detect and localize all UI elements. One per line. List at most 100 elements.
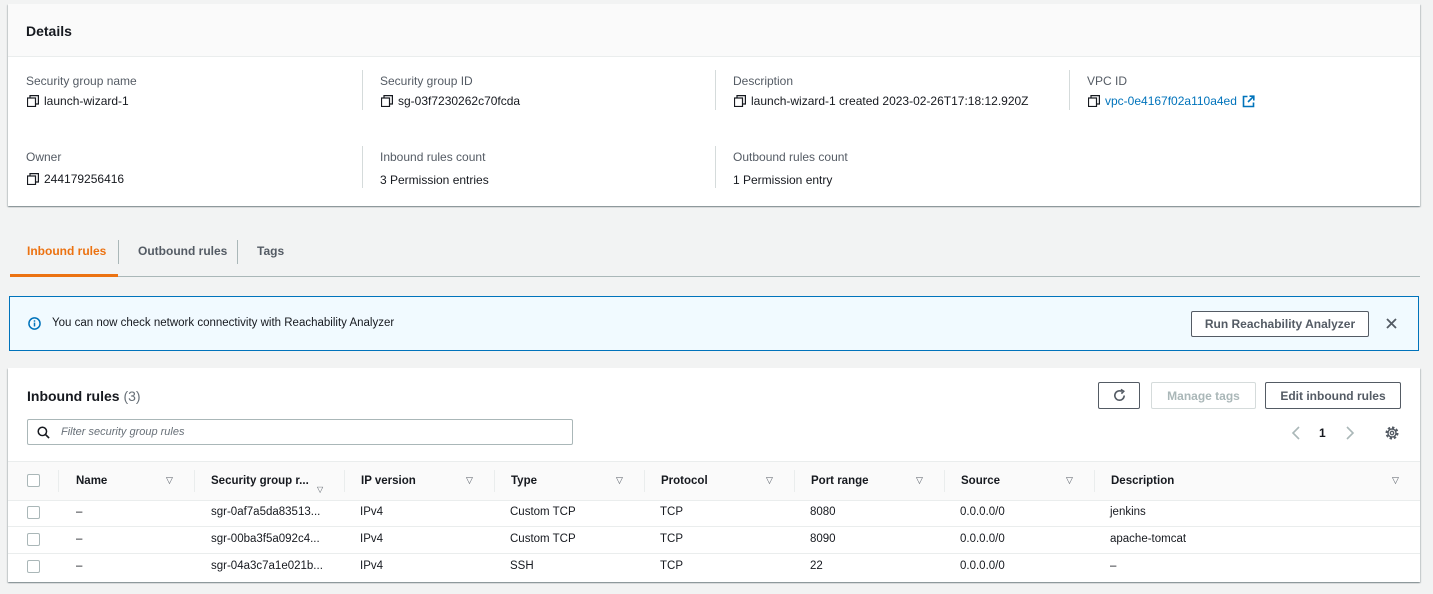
sort-icon[interactable]: ▽ [616,475,623,486]
cell-source: 0.0.0.0/0 [960,533,1005,545]
column-header-source[interactable]: Source [961,475,1000,487]
cell-name: – [76,533,83,545]
description-value: launch-wizard-1 created 2023-02-26T17:18… [751,94,1029,108]
tab-divider [237,240,238,264]
filter-input[interactable] [59,425,563,439]
field-value: 244179256416 [27,172,124,186]
rules-count: (3) [123,388,141,404]
column-header-name[interactable]: Name [76,475,107,487]
column-divider [1094,470,1095,492]
cell-type: Custom TCP [510,533,576,545]
copy-icon[interactable] [734,95,746,107]
sort-icon[interactable]: ▽ [466,475,473,486]
column-divider [194,470,195,492]
cell-description: jenkins [1110,506,1146,518]
tab-inbound-rules[interactable]: Inbound rules [27,244,106,258]
active-tab-indicator [10,274,118,277]
vpc-id-link[interactable]: vpc-0e4167f02a110a4ed [1105,94,1237,108]
cell-rule-id: sgr-0af7a5da83513... [211,506,321,518]
column-header-protocol[interactable]: Protocol [661,475,708,487]
info-message: You can now check network connectivity w… [52,317,395,329]
cell-rule-id: sgr-00ba3f5a092c4... [211,533,320,545]
table-header: Name ▽ Security group r... ▽ IP version … [8,461,1420,501]
close-icon[interactable] [1386,318,1397,329]
cell-port-range: 22 [810,560,823,572]
sort-icon[interactable]: ▽ [916,475,923,486]
row-checkbox[interactable] [27,560,40,573]
row-checkbox[interactable] [27,506,40,519]
outbound-rules-count-value: 1 Permission entry [733,173,833,187]
field-value: vpc-0e4167f02a110a4ed [1088,94,1255,108]
table-title-text: Inbound rules [27,388,120,404]
cell-ip-version: IPv4 [360,533,384,545]
sort-icon[interactable]: ▽ [1392,475,1399,486]
refresh-button[interactable] [1098,382,1140,409]
copy-icon[interactable] [27,95,39,107]
cell-ip-version: IPv4 [360,560,384,572]
copy-icon[interactable] [381,95,393,107]
copy-icon[interactable] [1088,95,1100,107]
sort-icon[interactable]: ▽ [766,475,773,486]
divider [715,146,716,188]
row-checkbox[interactable] [27,533,40,546]
tab-tags[interactable]: Tags [257,244,284,258]
field-label: Description [733,74,794,88]
field-value: launch-wizard-1 created 2023-02-26T17:18… [734,94,1029,108]
field-value: sg-03f7230262c70fcda [381,94,520,108]
tab-outbound-rules[interactable]: Outbound rules [138,244,227,258]
field-label: VPC ID [1087,74,1128,88]
run-reachability-analyzer-button[interactable]: Run Reachability Analyzer [1191,311,1369,337]
column-divider [794,470,795,492]
column-header-port-range[interactable]: Port range [811,475,869,487]
info-icon [28,317,41,330]
cell-name: – [76,506,83,518]
security-group-name-value: launch-wizard-1 [44,94,129,108]
field-value: launch-wizard-1 [27,94,129,108]
column-header-ip-version[interactable]: IP version [361,475,416,487]
cell-protocol: TCP [660,506,683,518]
inbound-rules-panel: Inbound rules (3) Manage tags Edit inbou… [8,368,1420,582]
column-header-type[interactable]: Type [511,475,537,487]
column-header-description[interactable]: Description [1111,475,1174,487]
cell-ip-version: IPv4 [360,506,384,518]
chevron-left-icon[interactable] [1291,425,1301,441]
table-row[interactable]: – sgr-04a3c7a1e021b... IPv4 SSH TCP 22 0… [8,553,1420,580]
details-title: Details [26,23,72,39]
manage-tags-button[interactable]: Manage tags [1151,382,1256,409]
edit-inbound-rules-button[interactable]: Edit inbound rules [1265,382,1401,409]
column-header-security-group-rule[interactable]: Security group r... [211,475,309,487]
table-row[interactable]: – sgr-0af7a5da83513... IPv4 Custom TCP T… [8,499,1420,527]
cell-protocol: TCP [660,533,683,545]
search-icon [37,426,50,439]
sort-icon[interactable]: ▽ [166,475,173,486]
filter-box[interactable] [27,419,573,445]
details-header: Details [8,4,1420,57]
cell-description: – [1110,560,1117,572]
column-divider [344,470,345,492]
copy-icon[interactable] [27,173,39,185]
external-link-icon[interactable] [1242,94,1255,108]
inbound-rules-count-value: 3 Permission entries [380,173,489,187]
divider [1069,70,1070,110]
page-number[interactable]: 1 [1319,426,1326,440]
field-label: Outbound rules count [733,150,848,164]
table-row[interactable]: – sgr-00ba3f5a092c4... IPv4 Custom TCP T… [8,526,1420,554]
field-label: Security group ID [380,74,473,88]
cell-port-range: 8080 [810,506,836,518]
cell-rule-id: sgr-04a3c7a1e021b... [211,560,323,572]
field-label: Security group name [26,74,137,88]
cell-name: – [76,560,83,572]
select-all-checkbox[interactable] [27,474,40,487]
sort-icon[interactable]: ▽ [317,485,323,494]
owner-value: 244179256416 [44,172,125,186]
info-flashbar: You can now check network connectivity w… [9,296,1419,351]
cell-description: apache-tomcat [1110,533,1187,545]
sort-icon[interactable]: ▽ [1066,475,1073,486]
settings-gear-icon[interactable] [1384,425,1400,441]
cell-type: Custom TCP [510,506,576,518]
table-title: Inbound rules (3) [27,388,141,404]
cell-source: 0.0.0.0/0 [960,506,1005,518]
security-group-id-value: sg-03f7230262c70fcda [398,94,521,108]
chevron-right-icon[interactable] [1345,425,1355,441]
field-label: Inbound rules count [380,150,486,164]
